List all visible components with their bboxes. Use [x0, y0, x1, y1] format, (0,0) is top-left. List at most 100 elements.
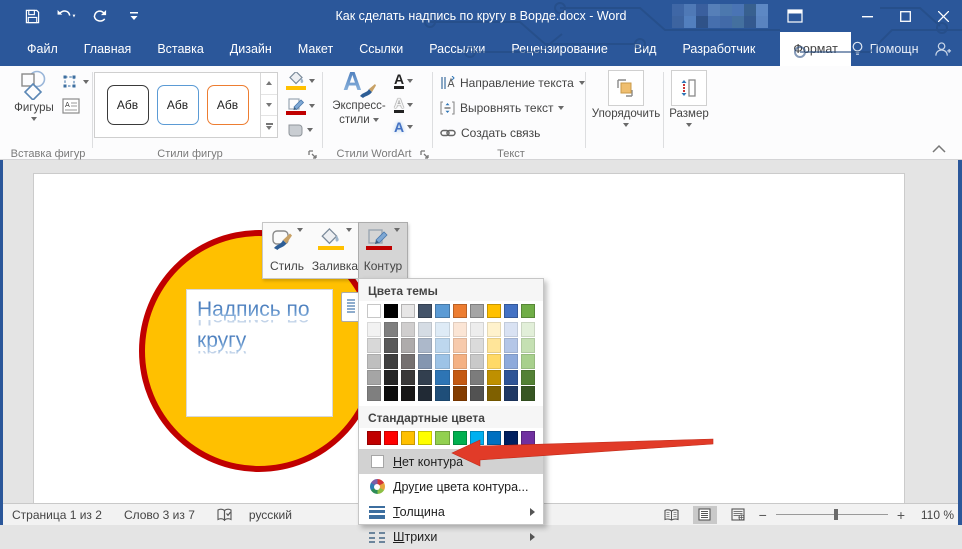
zoom-level[interactable]: 110 %	[914, 508, 954, 522]
theme-variant-swatch-c8-r2[interactable]	[487, 338, 501, 353]
theme-variant-swatch-c5-r3[interactable]	[435, 354, 449, 369]
theme-variant-swatch-c7-r2[interactable]	[470, 338, 484, 353]
menu-item-weight[interactable]: Толщина	[359, 499, 543, 524]
tab-разработчик[interactable]: Разработчик	[669, 32, 768, 66]
shape-style-thumbnail-2[interactable]: Абв	[157, 85, 199, 125]
theme-variant-swatch-c3-r4[interactable]	[401, 370, 415, 385]
wordart-text-box[interactable]: Надпись по Надпись по кругу кругу	[186, 289, 333, 417]
theme-variant-swatch-c6-r1[interactable]	[453, 322, 467, 337]
theme-color-swatch-4[interactable]	[418, 304, 432, 318]
theme-variant-swatch-c3-r1[interactable]	[401, 322, 415, 337]
theme-variant-swatch-c5-r1[interactable]	[435, 322, 449, 337]
theme-color-swatch-5[interactable]	[435, 304, 449, 318]
zoom-slider[interactable]	[776, 514, 888, 515]
gallery-scroll-up-icon[interactable]	[261, 73, 277, 95]
theme-variant-swatch-c4-r3[interactable]	[418, 354, 432, 369]
shape-effects-button[interactable]	[286, 122, 313, 138]
text-effects-button[interactable]: А	[394, 121, 413, 133]
theme-variant-swatch-c8-r4[interactable]	[487, 370, 501, 385]
collapse-ribbon-icon[interactable]	[932, 144, 946, 153]
tab-вставка[interactable]: Вставка	[144, 32, 216, 66]
theme-variant-swatch-c1-r2[interactable]	[367, 338, 381, 353]
theme-variant-swatch-c3-r3[interactable]	[401, 354, 415, 369]
theme-variant-swatch-c10-r3[interactable]	[521, 354, 535, 369]
theme-variant-swatch-c1-r4[interactable]	[367, 370, 381, 385]
ribbon-display-options-icon[interactable]	[778, 0, 812, 32]
theme-variant-swatch-c4-r2[interactable]	[418, 338, 432, 353]
theme-color-swatch-8[interactable]	[487, 304, 501, 318]
tab-ссылки[interactable]: Ссылки	[346, 32, 416, 66]
theme-variant-swatch-c10-r2[interactable]	[521, 338, 535, 353]
theme-variant-swatch-c7-r1[interactable]	[470, 322, 484, 337]
theme-variant-swatch-c8-r5[interactable]	[487, 386, 501, 401]
theme-variant-swatch-c10-r5[interactable]	[521, 386, 535, 401]
text-direction-button[interactable]: Направление текста	[440, 76, 585, 90]
theme-variant-swatch-c4-r4[interactable]	[418, 370, 432, 385]
language-indicator[interactable]: русский	[249, 508, 292, 522]
shape-style-thumbnail-3[interactable]: Абв	[207, 85, 249, 125]
shape-fill-button[interactable]	[286, 72, 315, 90]
wordart-quick-styles-button[interactable]: А Экспресс- стили	[330, 70, 388, 126]
theme-color-swatch-6[interactable]	[453, 304, 467, 318]
align-text-button[interactable]: Выровнять текст	[440, 101, 564, 115]
shape-style-thumbnail-1[interactable]: Абв	[107, 85, 149, 125]
minimize-icon[interactable]	[848, 0, 886, 32]
tell-me-help[interactable]: Помощн	[851, 41, 919, 57]
theme-variant-swatch-c2-r2[interactable]	[384, 338, 398, 353]
size-button[interactable]: Размер	[668, 70, 710, 127]
draw-text-box-button[interactable]: A	[62, 98, 80, 114]
shape-outline-button[interactable]	[286, 97, 315, 115]
standard-color-swatch-9[interactable]	[504, 431, 518, 445]
shape-styles-gallery[interactable]: АбвАбвАбв	[94, 72, 278, 138]
customize-qat-icon[interactable]	[122, 4, 146, 28]
menu-item-dashes[interactable]: Штрихи	[359, 524, 543, 549]
theme-variant-swatch-c7-r5[interactable]	[470, 386, 484, 401]
shape-styles-dialog-launcher-icon[interactable]	[308, 150, 318, 160]
page-indicator[interactable]: Страница 1 из 2	[12, 508, 102, 522]
tab-рецензирование[interactable]: Рецензирование	[498, 32, 621, 66]
tab-дизайн[interactable]: Дизайн	[217, 32, 285, 66]
text-fill-button[interactable]: А	[394, 73, 413, 89]
edit-shape-button[interactable]	[62, 74, 89, 90]
theme-variant-swatch-c2-r1[interactable]	[384, 322, 398, 337]
theme-variant-swatch-c8-r3[interactable]	[487, 354, 501, 369]
standard-color-swatch-2[interactable]	[384, 431, 398, 445]
theme-variant-swatch-c9-r2[interactable]	[504, 338, 518, 353]
standard-color-swatch-10[interactable]	[521, 431, 535, 445]
zoom-in-icon[interactable]: +	[897, 508, 905, 522]
theme-variant-swatch-c8-r1[interactable]	[487, 322, 501, 337]
menu-item-no-outline[interactable]: Нет контура	[359, 449, 543, 474]
proofing-icon[interactable]	[217, 508, 233, 522]
theme-color-swatch-2[interactable]	[384, 304, 398, 318]
theme-variant-swatch-c5-r2[interactable]	[435, 338, 449, 353]
redo-icon[interactable]	[88, 4, 112, 28]
zoom-slider-handle[interactable]	[834, 509, 838, 520]
read-mode-view-button[interactable]	[660, 506, 684, 524]
theme-variant-swatch-c1-r1[interactable]	[367, 322, 381, 337]
standard-color-swatch-5[interactable]	[435, 431, 449, 445]
theme-color-swatch-3[interactable]	[401, 304, 415, 318]
zoom-out-icon[interactable]: −	[759, 508, 767, 522]
shapes-button[interactable]: Фигуры	[8, 70, 60, 121]
theme-variant-swatch-c6-r4[interactable]	[453, 370, 467, 385]
tab-главная[interactable]: Главная	[71, 32, 145, 66]
theme-color-swatch-1[interactable]	[367, 304, 381, 318]
mini-fill-button[interactable]: Заливка	[311, 223, 359, 278]
theme-variant-swatch-c7-r3[interactable]	[470, 354, 484, 369]
theme-variant-swatch-c4-r5[interactable]	[418, 386, 432, 401]
theme-variant-swatch-c7-r4[interactable]	[470, 370, 484, 385]
theme-variant-swatch-c6-r5[interactable]	[453, 386, 467, 401]
mini-outline-button[interactable]: Контур	[358, 222, 408, 279]
gallery-scroll-down-icon[interactable]	[261, 95, 277, 117]
tab-макет[interactable]: Макет	[285, 32, 346, 66]
menu-item-more-outline-colors[interactable]: Другие цвета контура...	[359, 474, 543, 499]
theme-variant-swatch-c1-r3[interactable]	[367, 354, 381, 369]
theme-variant-swatch-c5-r4[interactable]	[435, 370, 449, 385]
tab-вид[interactable]: Вид	[621, 32, 670, 66]
text-outline-button[interactable]: А	[394, 97, 413, 113]
standard-color-swatch-6[interactable]	[453, 431, 467, 445]
standard-color-swatch-3[interactable]	[401, 431, 415, 445]
create-link-button[interactable]: Создать связь	[440, 126, 540, 140]
standard-color-swatch-7[interactable]	[470, 431, 484, 445]
theme-variant-swatch-c5-r5[interactable]	[435, 386, 449, 401]
